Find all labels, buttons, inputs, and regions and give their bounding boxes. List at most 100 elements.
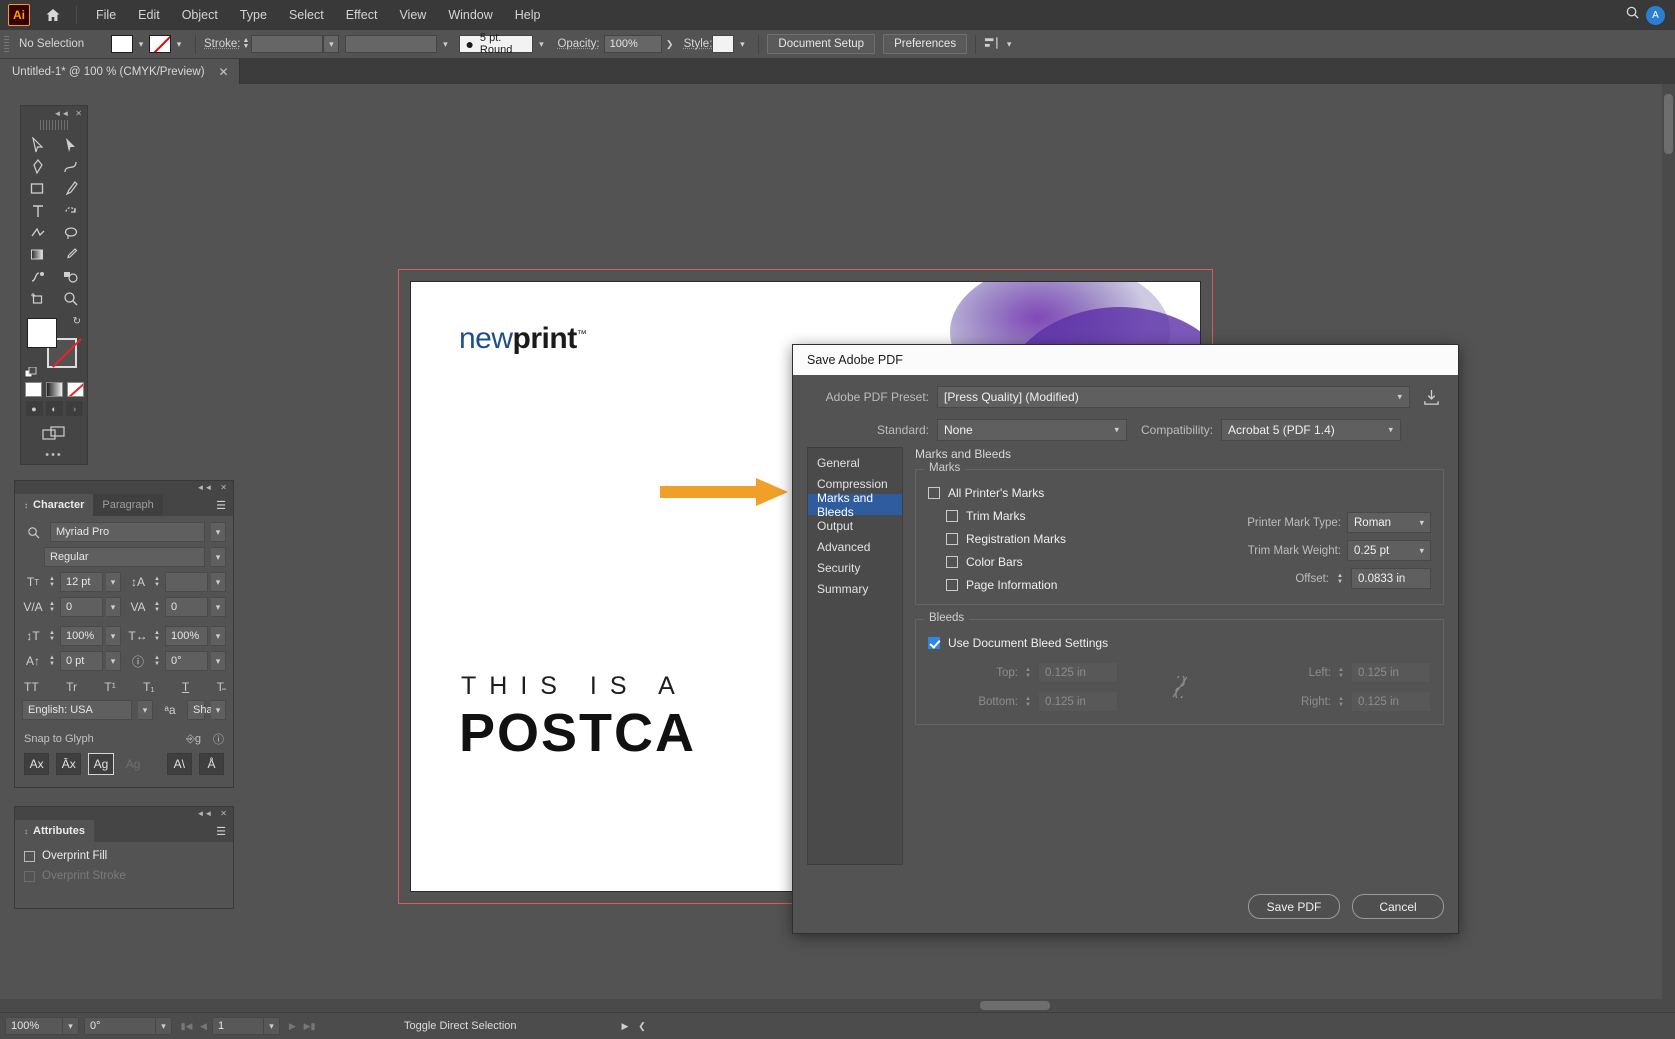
shaper-tool[interactable]	[21, 222, 54, 244]
panel-menu-icon[interactable]: ☰	[216, 820, 233, 842]
blend-tool[interactable]	[21, 266, 54, 288]
kerning-dropdown-icon[interactable]: ▾	[106, 597, 121, 617]
tracking-dropdown-icon[interactable]: ▾	[211, 597, 226, 617]
opacity-field[interactable]: 100%	[603, 35, 662, 53]
leading-field[interactable]	[165, 572, 208, 592]
standard-select[interactable]: None ▾	[937, 419, 1127, 441]
color-mode-gradient[interactable]	[45, 382, 63, 397]
snap-capheight-button[interactable]: Ag	[88, 753, 114, 775]
style-label[interactable]: Style:	[684, 38, 713, 50]
glyph-preview-icon[interactable]: ⎆g	[186, 733, 201, 746]
stroke-profile-dropdown-icon[interactable]: ▾	[437, 35, 453, 53]
fill-stroke-color-control[interactable]: ↻	[24, 316, 83, 378]
tab-attributes[interactable]: ↕ Attributes	[15, 820, 94, 842]
home-icon[interactable]	[38, 0, 68, 30]
font-size-stepper[interactable]: ▲ ▼	[47, 572, 57, 592]
brush-definition-field[interactable]: ● 5 pt. Round	[459, 32, 534, 56]
char-rotation-stepper[interactable]: ▲ ▼	[152, 651, 162, 671]
language-field[interactable]: English: USA	[22, 700, 132, 720]
offset-stepper[interactable]: ▲ ▼	[1335, 568, 1345, 589]
fill-swatch[interactable]	[111, 35, 133, 53]
overprint-fill-checkbox[interactable]	[24, 850, 35, 862]
preset-select[interactable]: [Press Quality] (Modified) ▾	[937, 386, 1410, 408]
use-document-bleed-row[interactable]: Use Document Bleed Settings	[928, 636, 1431, 650]
color-mode-solid[interactable]	[24, 382, 42, 397]
menu-window[interactable]: Window	[437, 3, 503, 27]
snap-accent-button[interactable]: Å	[198, 753, 225, 775]
char-rotation-dropdown-icon[interactable]: ▾	[211, 651, 226, 671]
style-dropdown-icon[interactable]: ▾	[734, 35, 750, 53]
kerning-field[interactable]: 0	[60, 597, 103, 617]
horizontal-scrollbar-thumb[interactable]	[980, 1001, 1050, 1010]
nav-marks-and-bleeds[interactable]: Marks and Bleeds	[808, 491, 902, 519]
snap-descender-button[interactable]: Ag	[121, 753, 146, 775]
compatibility-select[interactable]: Acrobat 5 (PDF 1.4) ▾	[1221, 419, 1402, 441]
kerning-stepper[interactable]: ▲ ▼	[47, 597, 57, 617]
color-bars-row[interactable]: Color Bars	[946, 555, 1133, 569]
menu-view[interactable]: View	[388, 3, 437, 27]
collapse-icon[interactable]: ◄◄	[196, 809, 212, 818]
edit-toolbar-icon[interactable]: •••	[21, 446, 87, 464]
screen-mode-icon[interactable]	[21, 420, 87, 446]
artboard-tool[interactable]	[21, 288, 54, 310]
subscript-button[interactable]: T₁	[143, 680, 154, 694]
close-icon[interactable]: ✕	[220, 483, 227, 492]
nav-summary[interactable]: Summary	[808, 578, 902, 599]
font-family-field[interactable]: Myriad Pro	[50, 522, 205, 542]
zoom-dropdown-icon[interactable]: ▾	[63, 1017, 79, 1035]
graphic-style-swatch[interactable]	[712, 35, 735, 53]
anti-aliasing-field[interactable]: Sharp	[187, 700, 222, 720]
lasso-tool[interactable]	[54, 222, 87, 244]
tracking-stepper[interactable]: ▲ ▼	[152, 597, 162, 617]
tab-character[interactable]: ↕ Character	[15, 494, 94, 516]
menu-file[interactable]: File	[85, 3, 127, 27]
all-printers-marks-row[interactable]: All Printer's Marks	[928, 486, 1133, 500]
close-icon[interactable]: ✕	[220, 809, 227, 818]
vertical-scrollbar-thumb[interactable]	[1664, 94, 1673, 154]
menu-effect[interactable]: Effect	[335, 3, 389, 27]
page-information-row[interactable]: Page Information	[946, 578, 1133, 592]
trim-marks-checkbox[interactable]	[946, 510, 958, 522]
control-bar-grip[interactable]	[4, 35, 9, 53]
brush-dropdown-icon[interactable]: ▾	[533, 35, 549, 53]
small-caps-button[interactable]: Tr	[66, 680, 77, 694]
stroke-weight-dropdown-icon[interactable]: ▾	[323, 35, 340, 53]
menu-type[interactable]: Type	[229, 3, 278, 27]
nav-general[interactable]: General	[808, 452, 902, 473]
stroke-dropdown-icon[interactable]: ▾	[171, 35, 187, 53]
stroke-profile-field[interactable]	[345, 35, 438, 53]
draw-inside-icon[interactable]: ◑	[65, 401, 83, 416]
horizontal-scrollbar[interactable]	[0, 999, 1675, 1012]
font-style-field[interactable]: Regular	[44, 547, 205, 567]
underline-button[interactable]: T	[182, 680, 189, 694]
trim-mark-weight-select[interactable]: 0.25 pt ▾	[1347, 540, 1431, 561]
search-icon[interactable]	[1625, 5, 1640, 25]
preferences-button[interactable]: Preferences	[883, 34, 968, 54]
rotation-field[interactable]: 0°	[84, 1017, 156, 1035]
registration-marks-checkbox[interactable]	[946, 533, 958, 545]
selection-tool[interactable]	[21, 134, 54, 156]
align-icon[interactable]	[984, 36, 1001, 53]
pen-tool[interactable]	[21, 156, 54, 178]
zoom-level-field[interactable]: 100%	[5, 1017, 63, 1035]
page-information-checkbox[interactable]	[946, 579, 958, 591]
close-icon[interactable]: ✕	[75, 109, 82, 118]
zoom-tool[interactable]	[54, 288, 87, 310]
font-style-dropdown-icon[interactable]: ▾	[211, 547, 226, 567]
swap-fill-stroke-icon[interactable]: ↻	[73, 316, 81, 327]
color-bars-checkbox[interactable]	[946, 556, 958, 568]
draw-behind-icon[interactable]: ◐	[45, 401, 63, 416]
status-play-icon[interactable]: ▶	[617, 1017, 634, 1035]
font-size-field[interactable]: 12 pt	[60, 572, 103, 592]
baseline-shift-field[interactable]: 0 pt	[60, 651, 103, 671]
snap-angle-button[interactable]: A\	[166, 753, 192, 775]
document-setup-button[interactable]: Document Setup	[767, 34, 876, 54]
opacity-label[interactable]: Opacity:	[557, 38, 599, 50]
font-search-icon[interactable]	[22, 522, 44, 542]
horizontal-scale-field[interactable]: 100%	[165, 626, 208, 646]
leading-dropdown-icon[interactable]: ▾	[211, 572, 226, 592]
avatar[interactable]: A	[1646, 5, 1665, 25]
tools-panel-grip[interactable]	[40, 120, 68, 130]
all-caps-button[interactable]: TT	[24, 680, 39, 694]
align-dropdown-icon[interactable]: ▾	[1001, 35, 1017, 53]
